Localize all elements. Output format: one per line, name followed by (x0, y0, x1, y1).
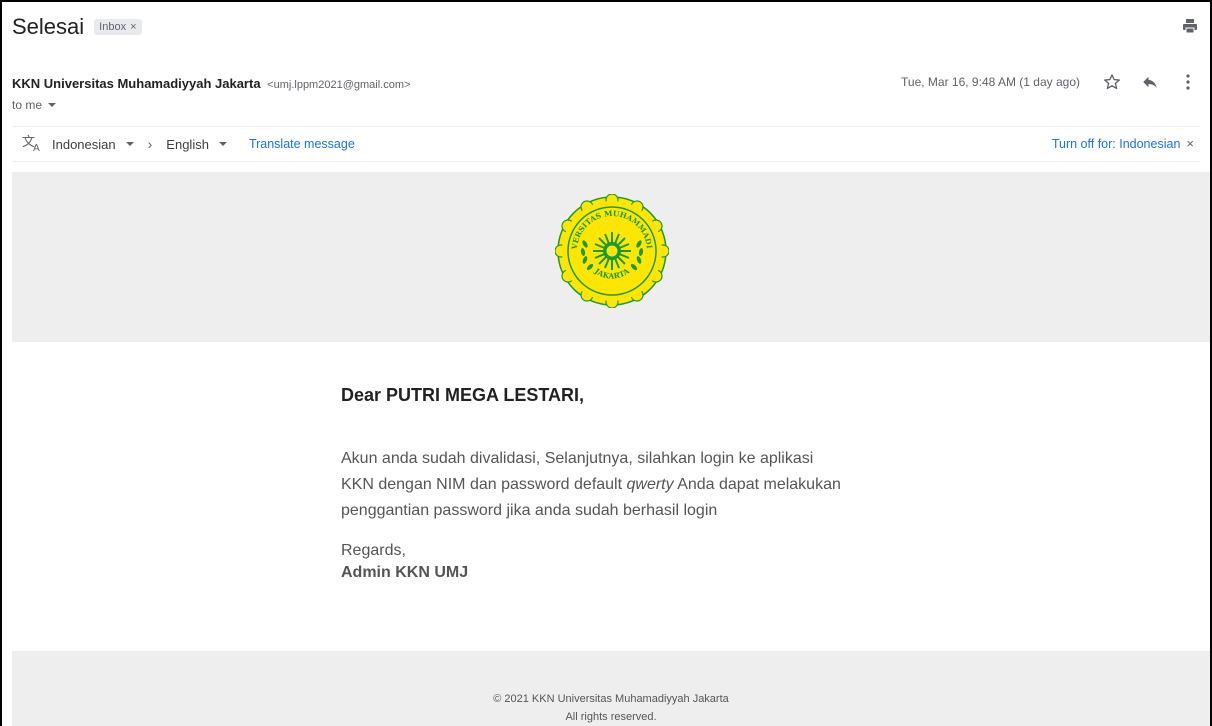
svg-text:A: A (33, 143, 40, 152)
chevron-down-icon (125, 142, 134, 146)
source-language-select[interactable]: Indonesian (52, 137, 134, 152)
message-line-1: Akun anda sudah divalidasi, Selanjutnya,… (341, 450, 814, 467)
email-body: Dear PUTRI MEGA LESTARI, Akun anda sudah… (341, 385, 901, 584)
email-footer: © 2021 KKN Universitas Muhamadiyyah Jaka… (12, 651, 1210, 726)
sender-row: KKN Universitas Muhamadiyyah Jakarta <um… (12, 76, 410, 91)
message-line-2: KKN dengan NIM dan password default qwer… (341, 476, 841, 493)
remove-label-icon[interactable]: × (130, 21, 136, 33)
translate-icon: 文 A (22, 134, 42, 155)
email-header-banner: UNIVERSITAS MUHAMMADIYAH JAKARTA (12, 172, 1210, 342)
email-message: Akun anda sudah divalidasi, Selanjutnya,… (341, 446, 901, 524)
target-language-select[interactable]: English (166, 137, 227, 152)
sender-name[interactable]: KKN Universitas Muhamadiyyah Jakarta (12, 76, 261, 91)
reply-icon[interactable] (1140, 72, 1160, 92)
email-greeting: Dear PUTRI MEGA LESTARI, (341, 385, 585, 405)
translate-bar: 文 A Indonesian › English Translate messa… (12, 126, 1200, 162)
print-icon[interactable] (1182, 18, 1198, 34)
recipient-text: to me (12, 98, 43, 112)
translate-message-link[interactable]: Translate message (249, 137, 355, 151)
source-language-label: Indonesian (52, 136, 116, 152)
chevron-down-icon (48, 103, 57, 107)
recipient-dropdown[interactable]: to me (12, 98, 57, 112)
more-vertical-icon[interactable] (1178, 72, 1198, 92)
inbox-label-text: Inbox (99, 21, 127, 33)
close-icon[interactable]: × (1186, 136, 1194, 151)
email-frame (0, 0, 1212, 726)
turn-off-translation-label: Turn off for: Indonesian (1051, 136, 1181, 151)
message-line-3: penggantian password jika anda sudah ber… (341, 502, 718, 519)
signer-name: Admin KKN UMJ (341, 564, 469, 581)
university-logo: UNIVERSITAS MUHAMMADIYAH JAKARTA (555, 194, 669, 308)
message-actions: Tue, Mar 16, 9:48 AM (1 day ago) (901, 72, 1198, 92)
chevron-right-icon: › (147, 136, 153, 152)
sender-email: <umj.lppm2021@gmail.com> (267, 79, 411, 91)
chevron-down-icon (218, 142, 227, 146)
footer-copyright: © 2021 KKN Universitas Muhamadiyyah Jaka… (493, 693, 729, 705)
email-subject: Selesai (12, 14, 85, 39)
subject-row: Selesai Inbox × (12, 14, 142, 40)
inbox-label-badge[interactable]: Inbox × (94, 19, 142, 35)
regards-text: Regards, (341, 542, 406, 559)
message-date: Tue, Mar 16, 9:48 AM (1 day ago) (901, 75, 1080, 89)
default-password: qwerty (626, 476, 674, 493)
target-language-label: English (166, 136, 209, 152)
turn-off-translation[interactable]: Turn off for: Indonesian × (1052, 136, 1194, 151)
star-icon[interactable] (1102, 72, 1122, 92)
footer-rights: All rights reserved. (565, 711, 657, 723)
